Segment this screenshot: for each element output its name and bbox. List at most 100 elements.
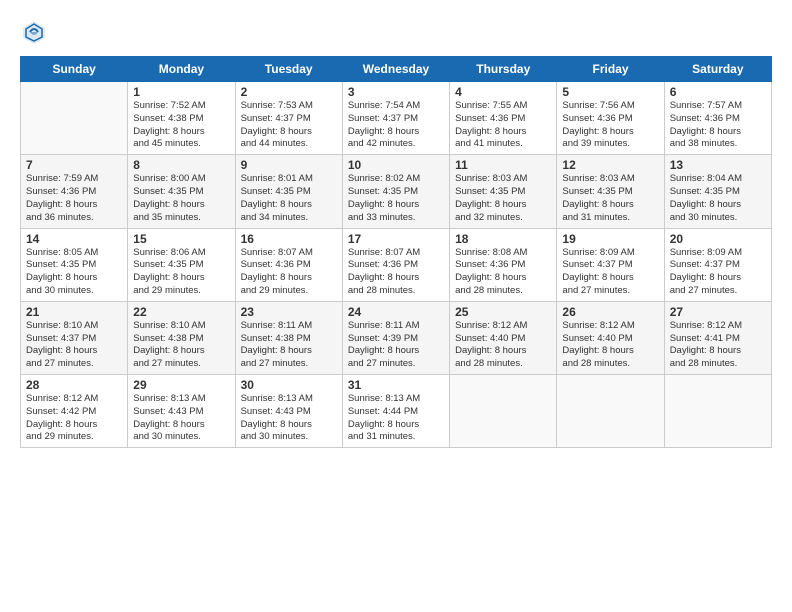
day-number: 4: [455, 85, 551, 99]
day-number: 8: [133, 158, 229, 172]
day-number: 25: [455, 305, 551, 319]
day-info: Sunrise: 7:52 AM Sunset: 4:38 PM Dayligh…: [133, 100, 229, 151]
day-info: Sunrise: 8:12 AM Sunset: 4:42 PM Dayligh…: [26, 393, 122, 444]
day-number: 16: [241, 232, 337, 246]
header: [20, 18, 772, 46]
day-number: 20: [670, 232, 766, 246]
day-info: Sunrise: 8:07 AM Sunset: 4:36 PM Dayligh…: [348, 247, 444, 298]
calendar-header-row: SundayMondayTuesdayWednesdayThursdayFrid…: [21, 57, 772, 82]
calendar-cell: 23Sunrise: 8:11 AM Sunset: 4:38 PM Dayli…: [235, 301, 342, 374]
logo-icon: [20, 18, 48, 46]
day-info: Sunrise: 8:04 AM Sunset: 4:35 PM Dayligh…: [670, 173, 766, 224]
day-info: Sunrise: 8:10 AM Sunset: 4:38 PM Dayligh…: [133, 320, 229, 371]
day-info: Sunrise: 8:06 AM Sunset: 4:35 PM Dayligh…: [133, 247, 229, 298]
day-number: 11: [455, 158, 551, 172]
day-number: 30: [241, 378, 337, 392]
page: SundayMondayTuesdayWednesdayThursdayFrid…: [0, 0, 792, 612]
day-header-tuesday: Tuesday: [235, 57, 342, 82]
day-number: 9: [241, 158, 337, 172]
calendar-cell: 27Sunrise: 8:12 AM Sunset: 4:41 PM Dayli…: [664, 301, 771, 374]
day-header-monday: Monday: [128, 57, 235, 82]
calendar-cell: [21, 82, 128, 155]
day-number: 14: [26, 232, 122, 246]
day-header-wednesday: Wednesday: [342, 57, 449, 82]
day-header-friday: Friday: [557, 57, 664, 82]
day-info: Sunrise: 8:00 AM Sunset: 4:35 PM Dayligh…: [133, 173, 229, 224]
calendar-week-5: 28Sunrise: 8:12 AM Sunset: 4:42 PM Dayli…: [21, 375, 772, 448]
day-number: 5: [562, 85, 658, 99]
calendar-cell: 17Sunrise: 8:07 AM Sunset: 4:36 PM Dayli…: [342, 228, 449, 301]
calendar-cell: 30Sunrise: 8:13 AM Sunset: 4:43 PM Dayli…: [235, 375, 342, 448]
day-info: Sunrise: 7:56 AM Sunset: 4:36 PM Dayligh…: [562, 100, 658, 151]
calendar-cell: 8Sunrise: 8:00 AM Sunset: 4:35 PM Daylig…: [128, 155, 235, 228]
day-header-saturday: Saturday: [664, 57, 771, 82]
calendar-cell: 13Sunrise: 8:04 AM Sunset: 4:35 PM Dayli…: [664, 155, 771, 228]
calendar-week-4: 21Sunrise: 8:10 AM Sunset: 4:37 PM Dayli…: [21, 301, 772, 374]
calendar-cell: 6Sunrise: 7:57 AM Sunset: 4:36 PM Daylig…: [664, 82, 771, 155]
calendar-cell: 3Sunrise: 7:54 AM Sunset: 4:37 PM Daylig…: [342, 82, 449, 155]
day-info: Sunrise: 8:08 AM Sunset: 4:36 PM Dayligh…: [455, 247, 551, 298]
day-info: Sunrise: 8:03 AM Sunset: 4:35 PM Dayligh…: [562, 173, 658, 224]
calendar-week-3: 14Sunrise: 8:05 AM Sunset: 4:35 PM Dayli…: [21, 228, 772, 301]
day-number: 12: [562, 158, 658, 172]
day-info: Sunrise: 8:10 AM Sunset: 4:37 PM Dayligh…: [26, 320, 122, 371]
day-number: 3: [348, 85, 444, 99]
calendar-week-2: 7Sunrise: 7:59 AM Sunset: 4:36 PM Daylig…: [21, 155, 772, 228]
calendar-cell: 25Sunrise: 8:12 AM Sunset: 4:40 PM Dayli…: [450, 301, 557, 374]
calendar-cell: 20Sunrise: 8:09 AM Sunset: 4:37 PM Dayli…: [664, 228, 771, 301]
calendar-cell: 5Sunrise: 7:56 AM Sunset: 4:36 PM Daylig…: [557, 82, 664, 155]
day-info: Sunrise: 8:07 AM Sunset: 4:36 PM Dayligh…: [241, 247, 337, 298]
day-info: Sunrise: 8:11 AM Sunset: 4:38 PM Dayligh…: [241, 320, 337, 371]
day-info: Sunrise: 8:03 AM Sunset: 4:35 PM Dayligh…: [455, 173, 551, 224]
day-number: 27: [670, 305, 766, 319]
day-info: Sunrise: 8:12 AM Sunset: 4:40 PM Dayligh…: [455, 320, 551, 371]
day-number: 21: [26, 305, 122, 319]
calendar-cell: 19Sunrise: 8:09 AM Sunset: 4:37 PM Dayli…: [557, 228, 664, 301]
day-number: 24: [348, 305, 444, 319]
day-info: Sunrise: 8:11 AM Sunset: 4:39 PM Dayligh…: [348, 320, 444, 371]
day-info: Sunrise: 7:54 AM Sunset: 4:37 PM Dayligh…: [348, 100, 444, 151]
calendar-cell: 10Sunrise: 8:02 AM Sunset: 4:35 PM Dayli…: [342, 155, 449, 228]
calendar-cell: 1Sunrise: 7:52 AM Sunset: 4:38 PM Daylig…: [128, 82, 235, 155]
day-number: 28: [26, 378, 122, 392]
day-header-thursday: Thursday: [450, 57, 557, 82]
day-number: 19: [562, 232, 658, 246]
calendar-cell: [450, 375, 557, 448]
day-info: Sunrise: 8:12 AM Sunset: 4:40 PM Dayligh…: [562, 320, 658, 371]
day-info: Sunrise: 8:13 AM Sunset: 4:43 PM Dayligh…: [241, 393, 337, 444]
calendar-cell: 24Sunrise: 8:11 AM Sunset: 4:39 PM Dayli…: [342, 301, 449, 374]
day-info: Sunrise: 8:05 AM Sunset: 4:35 PM Dayligh…: [26, 247, 122, 298]
day-info: Sunrise: 8:09 AM Sunset: 4:37 PM Dayligh…: [670, 247, 766, 298]
day-info: Sunrise: 7:59 AM Sunset: 4:36 PM Dayligh…: [26, 173, 122, 224]
calendar-cell: 31Sunrise: 8:13 AM Sunset: 4:44 PM Dayli…: [342, 375, 449, 448]
day-info: Sunrise: 8:09 AM Sunset: 4:37 PM Dayligh…: [562, 247, 658, 298]
day-number: 6: [670, 85, 766, 99]
day-number: 18: [455, 232, 551, 246]
calendar-cell: 9Sunrise: 8:01 AM Sunset: 4:35 PM Daylig…: [235, 155, 342, 228]
calendar-week-1: 1Sunrise: 7:52 AM Sunset: 4:38 PM Daylig…: [21, 82, 772, 155]
day-number: 26: [562, 305, 658, 319]
calendar-cell: [664, 375, 771, 448]
calendar-cell: 11Sunrise: 8:03 AM Sunset: 4:35 PM Dayli…: [450, 155, 557, 228]
calendar-cell: 14Sunrise: 8:05 AM Sunset: 4:35 PM Dayli…: [21, 228, 128, 301]
day-number: 2: [241, 85, 337, 99]
calendar-cell: 22Sunrise: 8:10 AM Sunset: 4:38 PM Dayli…: [128, 301, 235, 374]
day-info: Sunrise: 7:55 AM Sunset: 4:36 PM Dayligh…: [455, 100, 551, 151]
day-info: Sunrise: 8:13 AM Sunset: 4:43 PM Dayligh…: [133, 393, 229, 444]
day-number: 10: [348, 158, 444, 172]
day-info: Sunrise: 8:13 AM Sunset: 4:44 PM Dayligh…: [348, 393, 444, 444]
calendar: SundayMondayTuesdayWednesdayThursdayFrid…: [20, 56, 772, 448]
day-number: 17: [348, 232, 444, 246]
calendar-cell: 18Sunrise: 8:08 AM Sunset: 4:36 PM Dayli…: [450, 228, 557, 301]
day-number: 22: [133, 305, 229, 319]
day-number: 7: [26, 158, 122, 172]
logo: [20, 18, 52, 46]
day-info: Sunrise: 7:57 AM Sunset: 4:36 PM Dayligh…: [670, 100, 766, 151]
day-number: 1: [133, 85, 229, 99]
calendar-cell: 26Sunrise: 8:12 AM Sunset: 4:40 PM Dayli…: [557, 301, 664, 374]
day-number: 31: [348, 378, 444, 392]
day-info: Sunrise: 8:12 AM Sunset: 4:41 PM Dayligh…: [670, 320, 766, 371]
calendar-cell: 16Sunrise: 8:07 AM Sunset: 4:36 PM Dayli…: [235, 228, 342, 301]
calendar-cell: 21Sunrise: 8:10 AM Sunset: 4:37 PM Dayli…: [21, 301, 128, 374]
day-number: 15: [133, 232, 229, 246]
